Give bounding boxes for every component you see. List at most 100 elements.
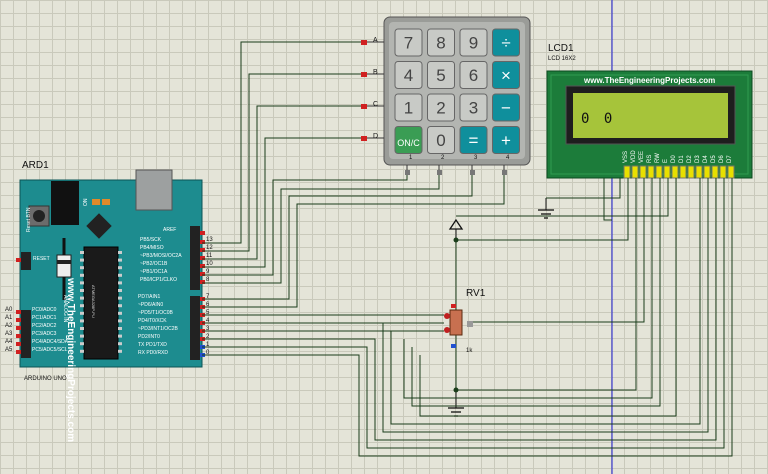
analog-pin-A5[interactable] bbox=[16, 350, 21, 354]
analog-pin-name: PC1/ADC1 bbox=[32, 315, 57, 321]
lcd-pin-d5[interactable] bbox=[711, 165, 719, 179]
keypad-pin-c[interactable] bbox=[361, 104, 367, 109]
lcd-website-label: www.TheEngineeringProjects.com bbox=[584, 76, 716, 85]
pot-value-label: 1k bbox=[466, 348, 473, 354]
key-7[interactable]: × bbox=[492, 61, 520, 89]
key-label: 8 bbox=[436, 34, 445, 53]
analog-pin-number: A2 bbox=[5, 323, 13, 329]
digital-pin-number: 10 bbox=[206, 261, 213, 267]
analog-pin-number: A3 bbox=[5, 331, 13, 337]
atmega-chip bbox=[83, 246, 119, 360]
keypad-row-label-a: A bbox=[373, 37, 378, 44]
digital-pin-number: 5 bbox=[206, 310, 210, 316]
ground-lcd[interactable] bbox=[538, 198, 554, 219]
key-11[interactable]: − bbox=[492, 93, 520, 122]
lcd-pin-label: D2 bbox=[687, 155, 693, 163]
key-15[interactable]: + bbox=[492, 126, 520, 154]
keypad-pin-d[interactable] bbox=[361, 136, 367, 141]
key-label: = bbox=[469, 131, 479, 150]
analog-pin-name: PC4/ADC4/SDA bbox=[32, 339, 69, 345]
key-5[interactable]: 5 bbox=[427, 61, 455, 89]
key-label: − bbox=[501, 99, 511, 118]
digital-pin-number: 4 bbox=[206, 318, 210, 324]
lcd-pin-d6[interactable] bbox=[719, 165, 727, 179]
lcd-pin-label: RW bbox=[655, 153, 661, 163]
lcd-pin-label: D1 bbox=[679, 155, 685, 163]
key-label: 7 bbox=[404, 34, 413, 53]
arduino-model-label: ARDUINO UNO bbox=[24, 376, 67, 382]
lcd-pin-vdd[interactable] bbox=[631, 165, 639, 179]
lcd-pin-e[interactable] bbox=[663, 165, 671, 179]
power-terminal[interactable] bbox=[448, 218, 464, 240]
keypad-pin-a[interactable] bbox=[361, 40, 367, 45]
keypad-col-label-2: 2 bbox=[441, 155, 445, 161]
key-6[interactable]: 6 bbox=[459, 61, 488, 89]
analog-pin-A0[interactable] bbox=[16, 310, 21, 314]
lcd-pin-label: D6 bbox=[719, 155, 725, 163]
reset-button-label: Reset BTN bbox=[26, 207, 32, 232]
chip-label: ATMEGA328P-PU bbox=[91, 285, 96, 318]
lcd-pin-label: D5 bbox=[711, 155, 717, 163]
key-3[interactable]: ÷ bbox=[492, 28, 520, 57]
key-label: 2 bbox=[436, 99, 445, 118]
key-label: 3 bbox=[469, 99, 478, 118]
analog-pin-A4[interactable] bbox=[16, 342, 21, 346]
analog-pin-number: A1 bbox=[5, 315, 13, 321]
lcd-pin-label: D3 bbox=[695, 155, 701, 163]
analog-pin-number: A4 bbox=[5, 339, 13, 345]
key-9[interactable]: 2 bbox=[427, 93, 455, 122]
key-13[interactable]: 0 bbox=[427, 126, 455, 154]
keypad-pin-1[interactable] bbox=[405, 170, 410, 175]
reset-pin[interactable] bbox=[16, 258, 21, 262]
keypad-col-label-4: 4 bbox=[506, 155, 510, 161]
digital-pin-name: PB0/ICP1/CLKO bbox=[140, 277, 177, 283]
analog-pin-A1[interactable] bbox=[16, 318, 21, 322]
potentiometer-rv1[interactable] bbox=[444, 240, 473, 390]
digital-pin-name: ~PB3/MOSI/OC2A bbox=[140, 253, 182, 259]
analog-header bbox=[21, 310, 31, 358]
key-12[interactable]: ON/C bbox=[394, 126, 423, 154]
regulator bbox=[56, 254, 72, 278]
digital-pin-number: 7 bbox=[206, 294, 210, 300]
keypad-col-label-1: 1 bbox=[409, 155, 413, 161]
key-14[interactable]: = bbox=[459, 126, 488, 154]
analog-pin-A3[interactable] bbox=[16, 334, 21, 338]
digital-pin-name: ~PB1/OC1A bbox=[140, 269, 168, 275]
lcd-pin-vss[interactable] bbox=[623, 165, 631, 179]
key-2[interactable]: 9 bbox=[459, 28, 488, 57]
arduino-board[interactable] bbox=[16, 169, 205, 368]
lcd-pin-d1[interactable] bbox=[679, 165, 687, 179]
lcd-pin-d2[interactable] bbox=[687, 165, 695, 179]
lcd-pin-vee[interactable] bbox=[639, 165, 647, 179]
aref-pin[interactable] bbox=[200, 231, 205, 235]
keypad-pin-b[interactable] bbox=[361, 72, 367, 77]
digital-pin-name: TX PD1/TXD bbox=[138, 342, 167, 348]
key-label: 6 bbox=[469, 66, 478, 85]
lcd-pin-d3[interactable] bbox=[695, 165, 703, 179]
schematic-svg: 7 8 9 ÷4 5 6 ×1 2 3 −ON/C 0 = + bbox=[16, 0, 753, 474]
lcd-pin-rs[interactable] bbox=[647, 165, 655, 179]
lcd-pin-d7[interactable] bbox=[727, 165, 735, 179]
key-10[interactable]: 3 bbox=[459, 93, 488, 122]
lcd-pin-d4[interactable] bbox=[703, 165, 711, 179]
keypad-pin-4[interactable] bbox=[502, 170, 507, 175]
lcd-model-label: LCD 16X2 bbox=[548, 56, 576, 62]
key-8[interactable]: 1 bbox=[394, 93, 423, 122]
analog-pin-A2[interactable] bbox=[16, 326, 21, 330]
analog-pin-name: PC0/ADC0 bbox=[32, 307, 57, 313]
key-4[interactable]: 4 bbox=[394, 61, 423, 89]
keypad[interactable]: 7 8 9 ÷ 4 5 6 × 1 2 3 − ON/C 0 = + bbox=[361, 16, 531, 175]
digital-pin-number: 12 bbox=[206, 245, 213, 251]
digital-pin-number: 3 bbox=[206, 326, 210, 332]
key-0[interactable]: 7 bbox=[394, 28, 423, 57]
keypad-pin-2[interactable] bbox=[437, 170, 442, 175]
lcd-pin-rw[interactable] bbox=[655, 165, 663, 179]
keypad-pin-3[interactable] bbox=[470, 170, 475, 175]
analog-pin-name: PC5/ADC5/SCL bbox=[32, 347, 68, 353]
key-1[interactable]: 8 bbox=[427, 28, 455, 57]
digital-pin-name: ~PD5/T1/OC0B bbox=[138, 310, 173, 316]
ground-pot[interactable] bbox=[448, 390, 464, 417]
analog-pin-name: PC3/ADC3 bbox=[32, 331, 57, 337]
pot-wiper-pin[interactable] bbox=[467, 321, 473, 327]
lcd-pin-d0[interactable] bbox=[671, 165, 679, 179]
